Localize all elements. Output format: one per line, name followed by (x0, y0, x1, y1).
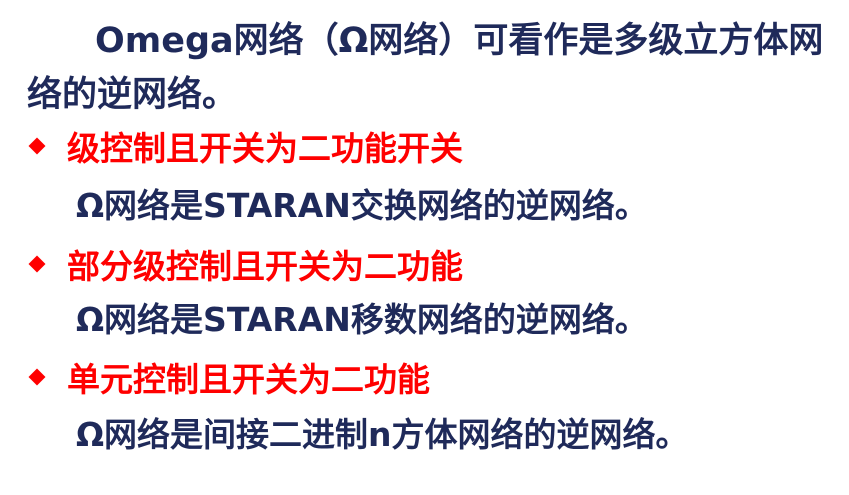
bullet-detail-3: Ω网络是间接二进制n方体网络的逆网络。 (76, 415, 689, 454)
bullet-text: 部分级控制且开关为二功能 (67, 247, 463, 286)
bullet-detail-2: Ω网络是STARAN移数网络的逆网络。 (76, 300, 648, 339)
diamond-bullet-icon (28, 368, 46, 386)
diamond-bullet-icon (28, 137, 46, 155)
bullet-item-3: 单元控制且开关为二功能 (27, 353, 430, 401)
bullet-item-1: 级控制且开关为二功能开关 (27, 122, 463, 170)
diamond-bullet-icon (28, 255, 46, 273)
slide: Omega网络（Ω网络）可看作是多级立方体网络的逆网络。 级控制且开关为二功能开… (0, 0, 849, 495)
bullet-detail-1: Ω网络是STARAN交换网络的逆网络。 (76, 186, 648, 225)
intro-text: Omega网络（Ω网络）可看作是多级立方体网络的逆网络。 (27, 21, 824, 115)
bullet-text: 级控制且开关为二功能开关 (67, 129, 463, 168)
intro-paragraph: Omega网络（Ω网络）可看作是多级立方体网络的逆网络。 (27, 14, 827, 122)
bullet-text: 单元控制且开关为二功能 (67, 360, 430, 399)
bullet-item-2: 部分级控制且开关为二功能 (27, 240, 463, 288)
